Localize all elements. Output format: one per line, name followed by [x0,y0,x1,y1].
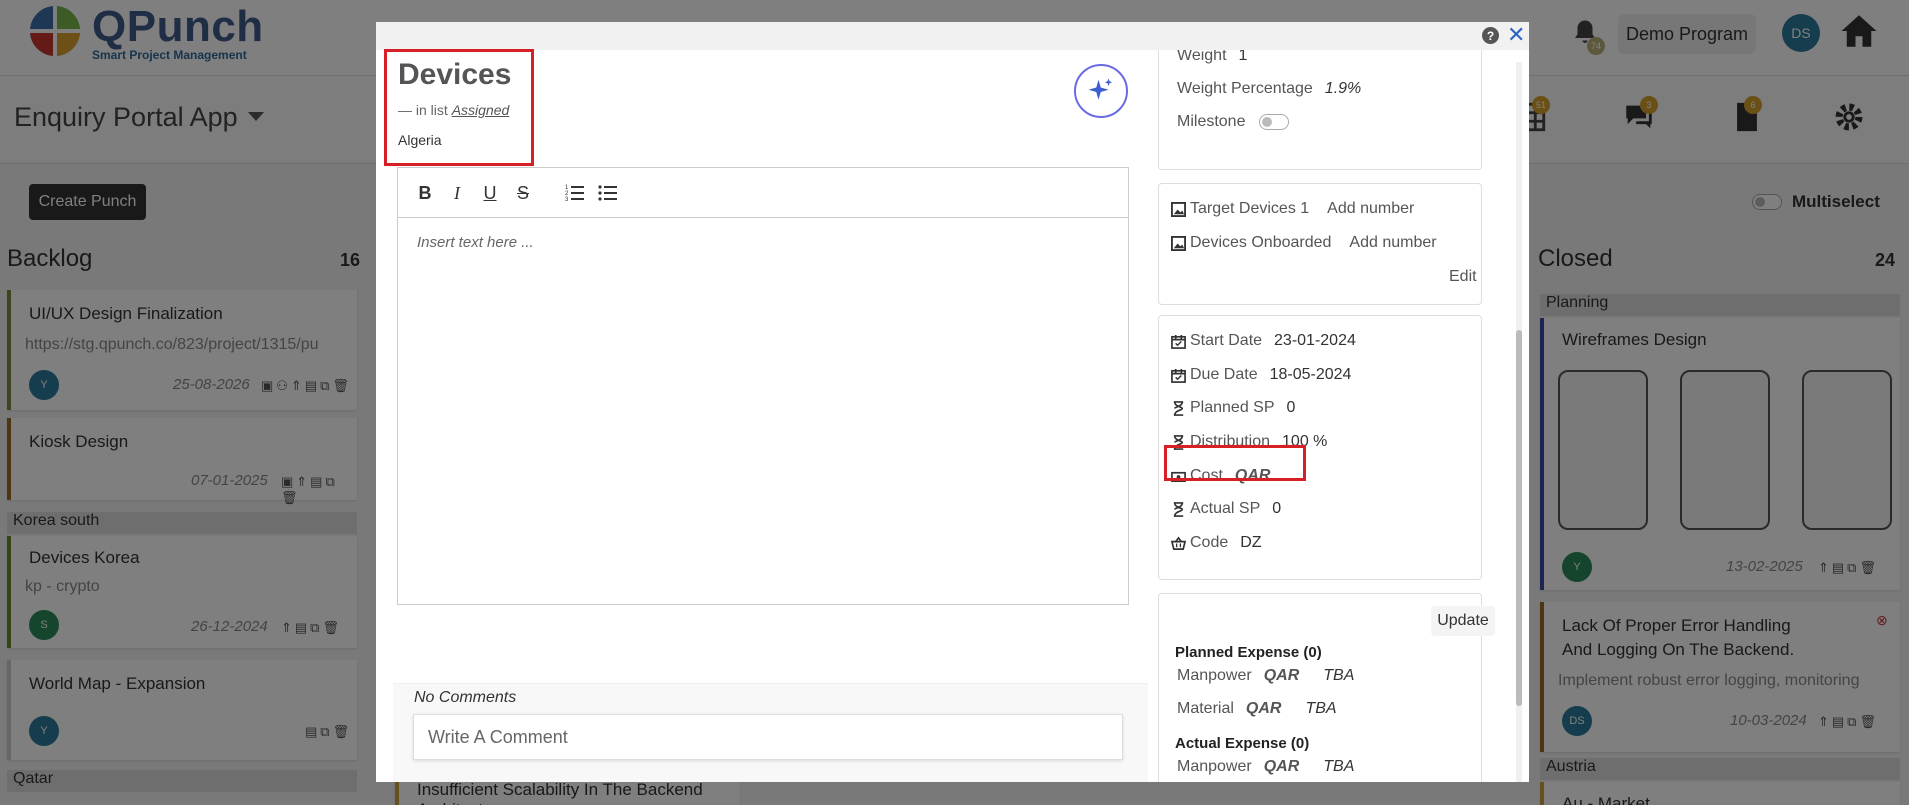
description-editor[interactable]: B I U S 123 Insert text here ... [397,167,1129,605]
editor-placeholder: Insert text here ... [417,234,534,251]
weight-percentage-row: Weight Percentage 1.9% [1177,80,1361,98]
target-devices-row: Target Devices 1 Add number [1171,200,1414,218]
weight-row: Weight 1 [1177,50,1247,65]
weight-percentage-label: Weight Percentage [1177,80,1313,97]
edit-link[interactable]: Edit [1449,268,1477,286]
devices-onboarded-label: Devices Onboarded [1190,234,1332,251]
image-icon [1171,235,1186,251]
actual-sp-label: Actual SP [1190,500,1261,517]
target-devices-input[interactable]: Add number [1327,200,1414,218]
start-date-value[interactable]: 23-01-2024 [1274,332,1356,350]
expense-value[interactable]: TBA [1323,667,1354,685]
expense-label: Material [1177,700,1234,717]
expense-currency: QAR [1245,700,1282,717]
update-button[interactable]: Update [1431,606,1495,636]
in-list-prefix: — in list [398,102,448,118]
svg-text:3: 3 [565,197,569,203]
bullet-list-icon[interactable] [597,182,619,204]
target-devices-label: Target Devices 1 [1190,200,1310,217]
image-icon [1171,201,1186,217]
list-name-link[interactable]: Assigned [452,102,510,118]
devices-onboarded-input[interactable]: Add number [1349,234,1436,252]
hourglass-icon [1173,400,1184,416]
actual-sp-value[interactable]: 0 [1272,500,1281,518]
expense-row: Material QAR TBA [1177,700,1337,718]
actual-sp-row: Actual SP 0 [1171,500,1281,518]
country-label: Algeria [398,132,442,148]
weight-percentage-value: 1.9% [1324,80,1362,97]
weight-card: Weight 1 Weight Percentage 1.9% Mileston… [1158,50,1482,170]
start-date-row: Start Date 23-01-2024 [1171,332,1356,350]
expenses-card: Update Planned Expense (0) Manpower QAR … [1158,593,1495,782]
ordered-list-icon[interactable]: 123 [564,182,586,204]
help-icon[interactable]: ? [1482,27,1499,44]
weight-value[interactable]: 1 [1239,50,1248,65]
expense-currency: QAR [1263,667,1300,684]
start-date-label: Start Date [1190,332,1263,349]
details-panel: Weight 1 Weight Percentage 1.9% Mileston… [1158,50,1504,782]
planned-sp-row: Planned SP 0 [1171,399,1295,417]
no-comments-label: No Comments [414,689,517,706]
expense-value[interactable]: TBA [1323,758,1354,776]
calendar-check-icon [1171,334,1186,349]
code-value[interactable]: DZ [1240,534,1261,552]
basket-icon [1171,535,1186,550]
actual-expense-title: Actual Expense (0) [1175,735,1310,752]
devices-card: Target Devices 1 Add number Devices Onbo… [1158,183,1482,305]
editor-toolbar: B I U S 123 [398,168,1128,218]
underline-icon[interactable]: U [479,182,501,204]
modal-header-strip [376,22,1529,50]
milestone-row: Milestone [1177,113,1290,131]
strikethrough-icon[interactable]: S [512,182,534,204]
list-breadcrumb: — in list Assigned [398,102,509,118]
expense-label: Manpower [1177,758,1252,775]
hourglass-icon [1173,501,1184,517]
planned-sp-label: Planned SP [1190,399,1275,416]
card-detail-modal: ? ✕ Devices — in list Assigned Algeria B… [376,22,1529,782]
expense-value[interactable]: TBA [1305,700,1336,718]
code-label: Code [1190,534,1229,551]
italic-icon[interactable]: I [446,182,468,204]
calendar-check-icon [1171,368,1186,383]
devices-onboarded-row: Devices Onboarded Add number [1171,234,1437,252]
due-date-value[interactable]: 18-05-2024 [1270,366,1352,384]
due-date-label: Due Date [1190,366,1258,383]
scrollbar-thumb[interactable] [1516,330,1522,706]
milestone-toggle[interactable] [1259,114,1290,130]
sparkle-icon [1088,78,1113,100]
planned-sp-value[interactable]: 0 [1287,399,1296,417]
planned-expense-title: Planned Expense (0) [1175,644,1322,661]
card-title[interactable]: Devices [398,58,511,92]
comment-input[interactable]: Write A Comment [413,714,1123,760]
close-icon[interactable]: ✕ [1507,23,1525,47]
due-date-row: Due Date 18-05-2024 [1171,366,1351,384]
bold-icon[interactable]: B [414,182,436,204]
ai-assist-button[interactable] [1074,64,1128,118]
expense-currency: QAR [1263,758,1300,775]
milestone-label: Milestone [1177,113,1246,130]
highlight-box-code [1164,445,1306,481]
weight-label: Weight [1177,50,1227,64]
expense-label: Manpower [1177,667,1252,684]
expense-row: Manpower QAR TBA [1177,758,1354,776]
code-row: Code DZ [1171,534,1262,552]
expense-row: Manpower QAR TBA [1177,667,1354,685]
